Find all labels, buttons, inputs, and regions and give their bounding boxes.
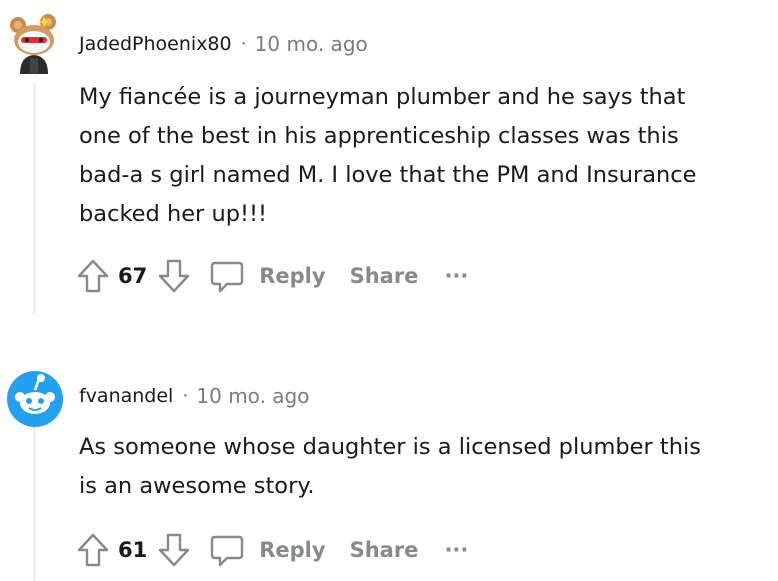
upvote-icon[interactable]	[76, 258, 110, 294]
comment-line: backed her up!!!	[79, 201, 268, 227]
thread-line[interactable]	[33, 426, 36, 581]
meta-separator: ·	[182, 385, 189, 407]
snoo-avatar-icon	[10, 14, 56, 74]
meta-separator: ·	[240, 33, 247, 55]
share-button[interactable]: Share	[350, 264, 419, 288]
comment-line: As someone whose daughter is a licensed …	[79, 434, 701, 460]
username-link[interactable]: JadedPhoenix80	[79, 33, 232, 55]
user-avatar[interactable]	[6, 370, 64, 428]
comment: fvanandel · 10 mo. ago As someone whose …	[0, 360, 778, 581]
comment-meta: JadedPhoenix80 · 10 mo. ago	[79, 32, 368, 56]
upvote-icon[interactable]	[76, 532, 110, 568]
snoo-avatar-icon	[7, 371, 63, 427]
comment-body: As someone whose daughter is a licensed …	[79, 428, 769, 506]
comment-meta: fvanandel · 10 mo. ago	[79, 384, 309, 408]
more-options-button[interactable]: ···	[444, 264, 468, 288]
vote-count: 67	[118, 264, 148, 288]
user-avatar[interactable]	[6, 12, 64, 74]
reply-button[interactable]: Reply	[259, 538, 325, 562]
thread-line[interactable]	[33, 82, 36, 314]
share-button[interactable]: Share	[350, 538, 419, 562]
comment-line: bad-a s girl named M. I love that the PM…	[79, 162, 697, 188]
reply-button[interactable]: Reply	[259, 264, 325, 288]
comment-body: My fiancée is a journeyman plumber and h…	[79, 78, 769, 234]
downvote-icon[interactable]	[157, 532, 191, 568]
more-options-button[interactable]: ···	[444, 538, 468, 562]
vote-count: 61	[118, 538, 148, 562]
username-link[interactable]: fvanandel	[79, 385, 173, 407]
comment: JadedPhoenix80 · 10 mo. ago My fiancée i…	[0, 0, 778, 320]
comment-line: My fiancée is a journeyman plumber and h…	[79, 84, 686, 110]
comment-bubble-icon[interactable]	[209, 258, 245, 294]
comment-actions: 61 Reply Share ···	[76, 530, 468, 570]
comment-line: one of the best in his apprenticeship cl…	[79, 123, 679, 149]
comment-actions: 67 Reply Share ···	[76, 256, 468, 296]
timestamp[interactable]: 10 mo. ago	[255, 32, 368, 56]
downvote-icon[interactable]	[157, 258, 191, 294]
comment-bubble-icon[interactable]	[209, 532, 245, 568]
comment-line: is an awesome story.	[79, 473, 315, 499]
timestamp[interactable]: 10 mo. ago	[196, 384, 309, 408]
